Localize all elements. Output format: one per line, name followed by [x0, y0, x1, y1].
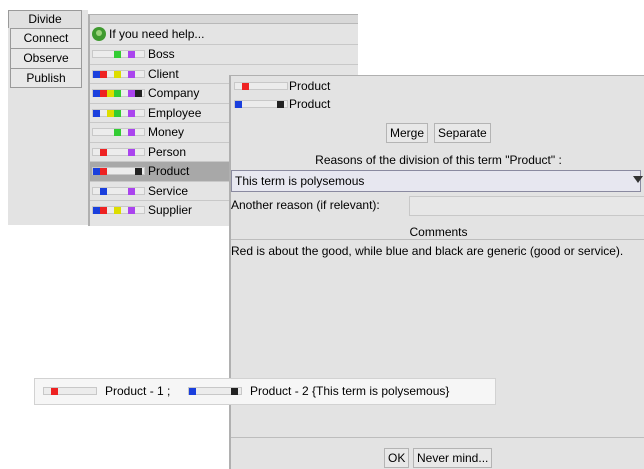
help-row[interactable]: If you need help...: [92, 25, 352, 43]
color-square: [107, 109, 114, 117]
color-square: [128, 51, 135, 58]
color-swatch: [92, 186, 145, 195]
color-square: [189, 388, 196, 395]
term-label: Supplier: [148, 203, 193, 217]
ok-button[interactable]: OK: [384, 448, 410, 468]
division-dialog: Product Product Merge Separate Reasons o…: [229, 75, 644, 469]
comments-textarea[interactable]: Red is about the good, while blue and bl…: [231, 242, 643, 261]
term-label: Boss: [148, 47, 175, 61]
color-swatch: [92, 69, 145, 78]
term-label: Client: [148, 66, 179, 81]
color-square: [114, 70, 121, 78]
color-square: [100, 187, 107, 195]
color-square: [100, 148, 107, 156]
color-square: [128, 207, 135, 214]
divider: [231, 437, 644, 438]
term-label: Employee: [148, 105, 202, 120]
term-label: Money: [148, 125, 185, 139]
term-label: Person: [148, 144, 187, 159]
tab-observe[interactable]: Observe: [10, 48, 82, 68]
merge-button[interactable]: Merge: [386, 123, 429, 143]
color-square: [128, 90, 135, 97]
another-reason-label: Another reason (if relevant):: [231, 198, 380, 212]
term-list-item[interactable]: Boss: [90, 45, 350, 64]
color-swatch: [92, 108, 145, 117]
color-swatch: [92, 89, 145, 97]
color-square: [93, 207, 100, 214]
divider: [90, 44, 358, 45]
tab-list: Divide Connect Observe Publish: [8, 10, 82, 88]
help-globe-icon: [92, 27, 106, 41]
color-square: [93, 90, 100, 97]
result-part-2: Product - 2 {This term is polysemous}: [250, 384, 450, 398]
color-square: [128, 187, 135, 195]
division-result-bar: Product - 1 ; Product - 2 {This term is …: [34, 378, 496, 405]
color-swatch: [92, 128, 145, 136]
reasons-label: Reasons of the division of this term "Pr…: [315, 153, 562, 167]
help-text: If you need help...: [109, 27, 205, 41]
divider: [231, 239, 644, 240]
reason-select-value: This term is polysemous: [235, 174, 365, 188]
term-label: Company: [148, 86, 200, 100]
result-part-1: Product - 1 ;: [105, 384, 171, 398]
tree-header-strip: [90, 15, 358, 24]
tab-divide[interactable]: Divide: [8, 10, 82, 28]
color-swatch: [234, 82, 288, 90]
reason-select[interactable]: This term is polysemous: [231, 170, 643, 192]
color-swatch: [234, 100, 288, 108]
never-mind-button[interactable]: Never mind...: [413, 448, 493, 468]
color-square: [100, 70, 107, 78]
color-square: [51, 388, 58, 395]
color-square: [93, 109, 100, 117]
color-square: [93, 70, 100, 78]
color-square: [114, 207, 121, 214]
another-reason-input[interactable]: [409, 196, 644, 216]
tab-connect[interactable]: Connect: [10, 28, 82, 48]
color-square: [93, 168, 100, 175]
color-square: [114, 90, 121, 97]
divider: [90, 63, 358, 65]
color-square: [128, 109, 135, 117]
color-square: [235, 101, 242, 108]
color-square: [242, 83, 249, 90]
color-square: [277, 101, 284, 108]
color-swatch: [188, 387, 242, 395]
color-square: [114, 109, 121, 117]
color-swatch: [43, 387, 97, 395]
color-square: [114, 129, 121, 136]
color-swatch: [92, 206, 145, 214]
dialog-term-b-label: Product: [289, 97, 331, 111]
color-swatch: [92, 167, 145, 175]
tab-publish[interactable]: Publish: [10, 68, 82, 88]
separate-button[interactable]: Separate: [434, 123, 491, 143]
color-square: [100, 168, 107, 175]
term-label: Service: [148, 183, 189, 198]
color-square: [135, 168, 142, 175]
color-square: [128, 70, 135, 78]
dialog-term-a-label: Product: [289, 79, 331, 93]
color-square: [231, 388, 238, 395]
color-square: [135, 90, 142, 97]
color-square: [100, 90, 107, 97]
color-square: [107, 90, 114, 97]
color-square: [128, 129, 135, 136]
color-square: [128, 148, 135, 156]
color-square: [100, 207, 107, 214]
color-swatch: [92, 50, 145, 58]
term-label: Product: [148, 164, 190, 178]
color-swatch: [92, 147, 145, 156]
dropdown-arrow-icon[interactable]: [633, 176, 643, 183]
comments-label: Comments: [409, 225, 468, 239]
color-square: [114, 51, 121, 58]
